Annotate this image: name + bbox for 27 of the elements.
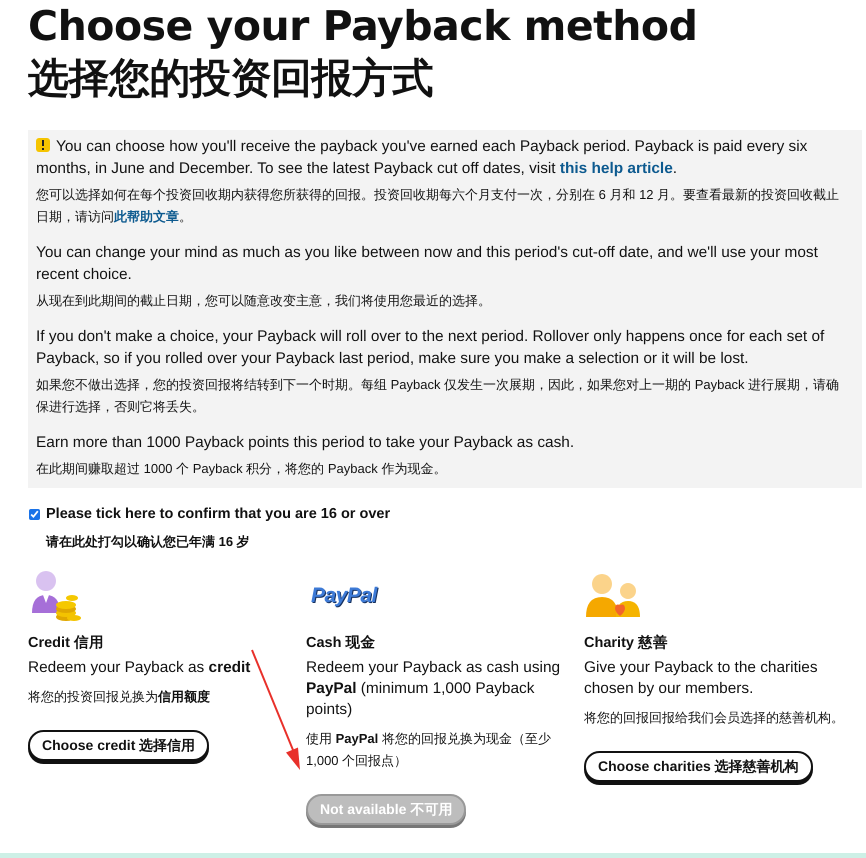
option-title: Credit 信用 bbox=[28, 634, 105, 654]
option-button[interactable]: Choose charities 选择慈善机构 bbox=[584, 750, 813, 782]
help-link[interactable]: this help article bbox=[560, 160, 673, 177]
option-description: Redeem your Payback as cash using PayPal (minimum 1,000 Payback points) bbox=[306, 658, 562, 720]
option-description: Give your Payback to the charities chosen by our members. bbox=[584, 658, 819, 699]
option-title: Cash 现金 bbox=[306, 634, 376, 654]
notice-text: Earn more than 1000 Payback points this period to take your Payback as cash. bbox=[36, 432, 576, 453]
notice-text: You can choose how you'll receive the payback you've earned each Payback period. Payback is paid every six months, in June and December. To see the latest Payback cut off dates, visit this help article. bbox=[36, 136, 808, 179]
confirm-label: Please tick here to confirm that you are 16 or over bbox=[46, 504, 390, 524]
page-title: 选择您的投资回报方式 bbox=[28, 53, 434, 104]
notice-text: You can change your mind as much as you like between now and this period's cut-off date, and we'll use your most recent choice. bbox=[36, 242, 819, 285]
option-description: 将您的投资回报兑换为信用额度 bbox=[28, 688, 211, 706]
option-title: Charity 慈善 bbox=[584, 633, 669, 654]
notice-text: 您可以选择如何在每个投资回收期内获得您所获得的回报。投资回收期每六个月支付一次，分别在 6 月和 12 月。要查看最新的投资回收截止日期，请访问此帮助文章。 bbox=[36, 186, 840, 226]
confirm-checkbox[interactable] bbox=[29, 509, 40, 520]
page-title: Choose your Payback method bbox=[28, 1, 698, 52]
option-description: Redeem your Payback as credit bbox=[28, 658, 252, 678]
option-description: 使用 PayPal 将您的回报兑换为现金（至少 1,000 个回报点） bbox=[306, 730, 552, 770]
confirm-label: 请在此处打勾以确认您已年满 16 岁 bbox=[44, 532, 251, 551]
paypal-logo: PayPal bbox=[311, 582, 377, 609]
option-description: 将您的回报回报给我们会员选择的慈善机构。 bbox=[584, 708, 845, 727]
help-link[interactable]: 此帮助文章 bbox=[114, 208, 179, 224]
notice-text: If you don't make a choice, your Payback will roll over to the next period. Rollover only happens once for each set of Payback, so if you rolled over your Payback last period, make sure you make a selection or it will be lost. bbox=[36, 326, 826, 369]
notice-text: 如果您不做出选择，您的投资回报将结转到下一个时期。每组 Payback 仅发生一次展期，因此，如果您对上一期的 Payback 进行展期，请确保进行选择，否则它将丢失。 bbox=[36, 376, 840, 416]
notice-text: 在此期间赚取超过 1000 个 Payback 积分，将您的 Payback 作为现金。 bbox=[36, 460, 448, 478]
option-button[interactable]: Choose credit 选择信用 bbox=[28, 730, 210, 761]
notice-text: 从现在到此期间的截止日期，您可以随意改变主意，我们将使用您最近的选择。 bbox=[36, 292, 492, 310]
